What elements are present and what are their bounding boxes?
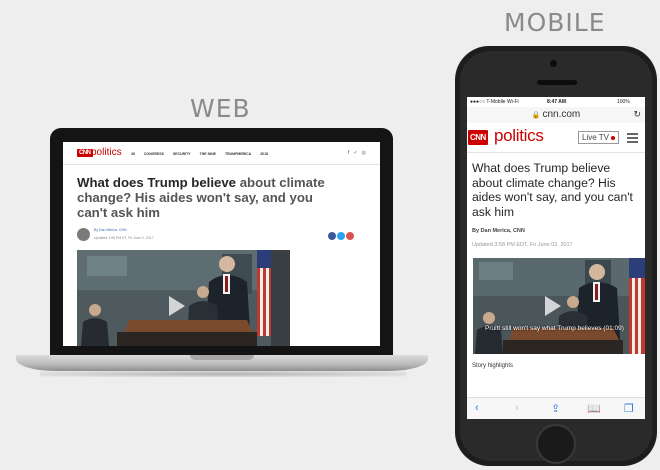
web-social-links: f ✓ ◎ bbox=[348, 150, 366, 156]
facebook-icon[interactable]: f bbox=[348, 150, 349, 156]
battery-label: 100% bbox=[617, 99, 630, 105]
live-tv-label: Live TV bbox=[582, 133, 609, 142]
phone-camera bbox=[550, 60, 557, 67]
nav-item-trumpmerica[interactable]: TRUMPMERICA bbox=[225, 152, 251, 156]
mobile-heading: MOBILE bbox=[504, 8, 606, 37]
nav-item-2018[interactable]: 2018 bbox=[260, 152, 268, 156]
nav-item-security[interactable]: SECURITY bbox=[173, 152, 191, 156]
web-video-player[interactable] bbox=[77, 250, 290, 346]
mobile-byline[interactable]: By Dan Merica, CNN bbox=[472, 228, 525, 234]
hamburger-menu-icon[interactable] bbox=[627, 133, 638, 145]
carrier-label: ●●●○○ T-Mobile Wi-Fi bbox=[470, 99, 519, 105]
live-tv-button[interactable]: Live TV bbox=[578, 131, 619, 144]
instagram-icon[interactable]: ◎ bbox=[362, 150, 366, 156]
politics-section-title[interactable]: politics bbox=[91, 147, 122, 158]
share-facebook-icon[interactable] bbox=[328, 232, 336, 240]
web-byline[interactable]: By Dan Merica, CNN bbox=[94, 228, 126, 232]
web-share-buttons bbox=[328, 232, 354, 240]
phone-speaker bbox=[537, 80, 577, 85]
phone-screen: ●●●○○ T-Mobile Wi-Fi 8:47 AM 100% 🔒 cnn.c… bbox=[467, 97, 645, 419]
laptop-notch bbox=[190, 355, 254, 360]
mobile-updated-timestamp: Updated 3:58 PM EDT, Fri June 02, 2017 bbox=[472, 242, 573, 248]
cnn-logo[interactable]: CNN bbox=[468, 130, 488, 145]
share-twitter-icon[interactable] bbox=[337, 232, 345, 240]
web-heading: WEB bbox=[190, 94, 251, 123]
share-more-icon[interactable] bbox=[346, 232, 354, 240]
safari-toolbar: ‹ › ⇪ 📖 ❐ bbox=[467, 397, 645, 419]
web-navbar: CNN politics 45 CONGRESS SECURITY THE NI… bbox=[63, 142, 380, 165]
tabs-icon[interactable]: ❐ bbox=[624, 402, 634, 415]
bookmarks-icon[interactable]: 📖 bbox=[587, 402, 601, 415]
laptop-shadow bbox=[40, 371, 406, 377]
nav-item-45[interactable]: 45 bbox=[131, 152, 135, 156]
status-time: 8:47 AM bbox=[547, 99, 566, 105]
nav-item-the-nine[interactable]: THE NINE bbox=[200, 152, 216, 156]
status-bar: ●●●○○ T-Mobile Wi-Fi 8:47 AM 100% bbox=[467, 97, 645, 107]
lock-icon: 🔒 bbox=[531, 112, 541, 119]
web-headline: What does Trump believe about climate ch… bbox=[77, 175, 337, 220]
video-caption: Pruitt still won't say what Trump believ… bbox=[485, 325, 624, 332]
home-button[interactable] bbox=[536, 424, 576, 464]
reload-icon[interactable]: ↻ bbox=[633, 109, 641, 120]
mobile-video-player[interactable] bbox=[473, 258, 645, 354]
back-icon[interactable]: ‹ bbox=[475, 402, 479, 414]
web-headline-main: What does Trump believe bbox=[77, 175, 240, 190]
laptop-screen: CNN politics 45 CONGRESS SECURITY THE NI… bbox=[63, 142, 380, 346]
mobile-headline: What does Trump believe about climate ch… bbox=[472, 161, 633, 219]
forward-icon[interactable]: › bbox=[515, 402, 519, 414]
share-icon[interactable]: ⇪ bbox=[551, 402, 560, 415]
twitter-icon[interactable]: ✓ bbox=[353, 150, 357, 156]
mobile-site-header: CNN politics Live TV bbox=[467, 124, 645, 153]
live-indicator-icon bbox=[610, 135, 615, 140]
story-highlights-label: Story highlights bbox=[472, 363, 514, 369]
address-bar[interactable]: 🔒 cnn.com bbox=[467, 107, 645, 123]
politics-section-title[interactable]: politics bbox=[494, 126, 544, 146]
web-nav-items: 45 CONGRESS SECURITY THE NINE TRUMPMERIC… bbox=[131, 152, 268, 156]
author-avatar bbox=[77, 228, 90, 241]
url-text: cnn.com bbox=[542, 109, 581, 120]
nav-item-congress[interactable]: CONGRESS bbox=[144, 152, 164, 156]
web-updated-timestamp: Updated 3:58 PM ET, Fri June 2, 2017 bbox=[94, 236, 154, 240]
